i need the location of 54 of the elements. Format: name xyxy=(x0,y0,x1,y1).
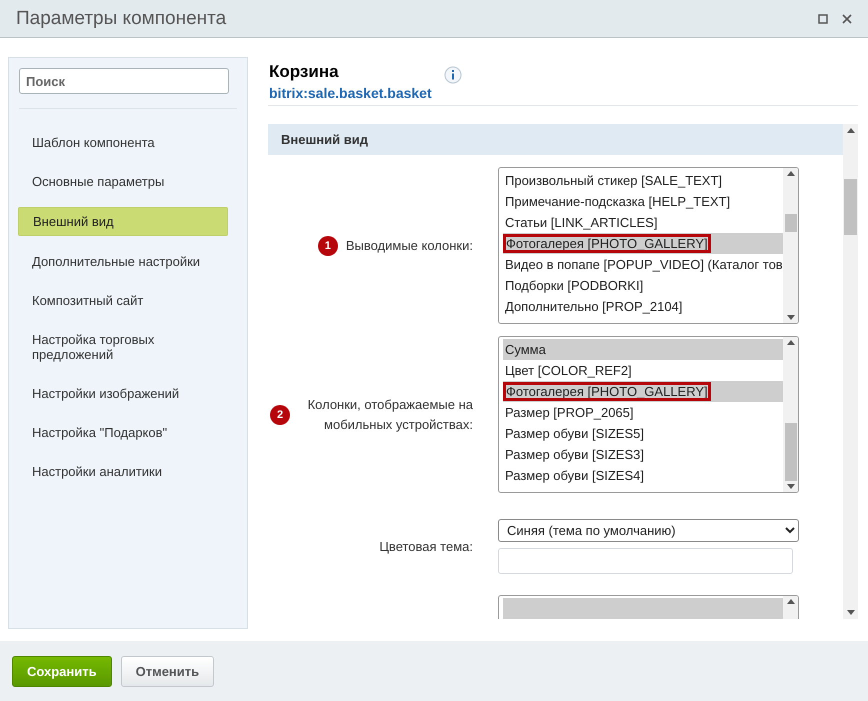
cancel-button[interactable]: Отменить xyxy=(120,656,214,686)
sidebar-item[interactable]: Композитный сайт xyxy=(18,287,228,314)
scroll-down-icon[interactable] xyxy=(786,484,794,489)
scroll-down-icon[interactable] xyxy=(846,610,854,615)
sidebar-item[interactable]: Внешний вид xyxy=(18,207,228,236)
theme-select[interactable]: Синяя (тема по умолчанию) xyxy=(498,519,799,542)
sidebar-item[interactable]: Настройки аналитики xyxy=(18,458,228,485)
list-scrollbar[interactable] xyxy=(783,168,798,323)
list-scrollbar[interactable] xyxy=(783,337,798,492)
scroll-down-icon[interactable] xyxy=(786,315,794,320)
list-option[interactable]: Видео в попапе [POPUP_VIDEO] (Каталог тов xyxy=(503,254,783,275)
multiselect-list[interactable] xyxy=(498,167,799,324)
sidebar-item[interactable]: Настройка "Подарков" xyxy=(18,419,228,446)
sidebar-item[interactable]: Основные параметры xyxy=(18,168,228,195)
scroll-thumb[interactable] xyxy=(844,179,857,235)
field-label: Колонки, отображаемые на мобильных устройствах: xyxy=(306,396,473,434)
multiselect-list[interactable]: Сумма Цвет [COLOR_REF2] Фотогалерея [PHOTO_GALLERY] Размер [PROP_2065] Размер обуви [SIZES5] Размер обуви [SIZES3] Размер обуви [SIZES4] xyxy=(498,336,799,493)
step-badge: 2 xyxy=(270,404,290,424)
scroll-up-icon[interactable] xyxy=(786,171,794,176)
list-option[interactable]: Сумма xyxy=(503,339,783,360)
component-code: bitrix:sale.basket.basket xyxy=(269,84,432,101)
sidebar-item[interactable]: Шаблон компонента xyxy=(18,129,228,156)
list-option[interactable]: Произвольный стикер [SALE_TEXT] xyxy=(503,170,783,191)
scroll-thumb[interactable] xyxy=(785,423,797,481)
section-header: Внешний вид xyxy=(268,124,843,155)
list-option[interactable]: Цвет [COLOR_REF2] xyxy=(503,360,783,381)
window-title: Параметры компонента xyxy=(16,8,226,30)
scroll-up-icon[interactable] xyxy=(786,340,794,345)
list-option[interactable]: Размер обуви [SIZES3] xyxy=(503,444,783,465)
list-option[interactable]: Дополнительно [PROP_2104] xyxy=(503,296,783,317)
field-label: Цветовая тема: xyxy=(379,538,473,556)
sidebar-item[interactable]: Дополнительные настройки xyxy=(18,248,228,275)
list-option[interactable]: Примечание-подсказка [HELP_TEXT] xyxy=(503,191,783,212)
step-badge: 1 xyxy=(318,236,338,256)
sidebar-item[interactable]: Настройки изображений xyxy=(18,380,228,407)
list-option[interactable]: Подборки [PODBORKI] xyxy=(503,275,783,296)
list-option[interactable]: Фотогалерея [PHOTO_GALLERY] xyxy=(503,381,783,402)
scroll-thumb[interactable] xyxy=(785,214,797,232)
list-option[interactable]: Размер обуви [SIZES5] xyxy=(503,423,783,444)
field-label: Выводимые колонки: xyxy=(346,236,473,255)
sidebar-item[interactable]: Настройка торговых предложений xyxy=(18,326,228,368)
list-option[interactable]: Размер [PROP_2065] xyxy=(503,402,783,423)
scroll-up-icon[interactable] xyxy=(786,599,794,604)
maximize-icon[interactable] xyxy=(818,14,828,24)
close-icon[interactable] xyxy=(842,14,852,24)
list-option[interactable]: Фотогалерея [PHOTO_GALLERY] xyxy=(503,233,783,254)
scrollbar[interactable] xyxy=(843,124,858,619)
input-field[interactable] xyxy=(498,548,793,574)
component-title: Корзина xyxy=(269,61,340,82)
list-option[interactable]: Размер обуви [SIZES4] xyxy=(503,465,783,486)
scroll-up-icon[interactable] xyxy=(846,128,854,133)
list-option[interactable]: Статьи [LINK_ARTICLES] xyxy=(503,212,783,233)
search-field[interactable]: Поиск xyxy=(19,68,229,94)
info-icon[interactable] xyxy=(444,66,462,84)
